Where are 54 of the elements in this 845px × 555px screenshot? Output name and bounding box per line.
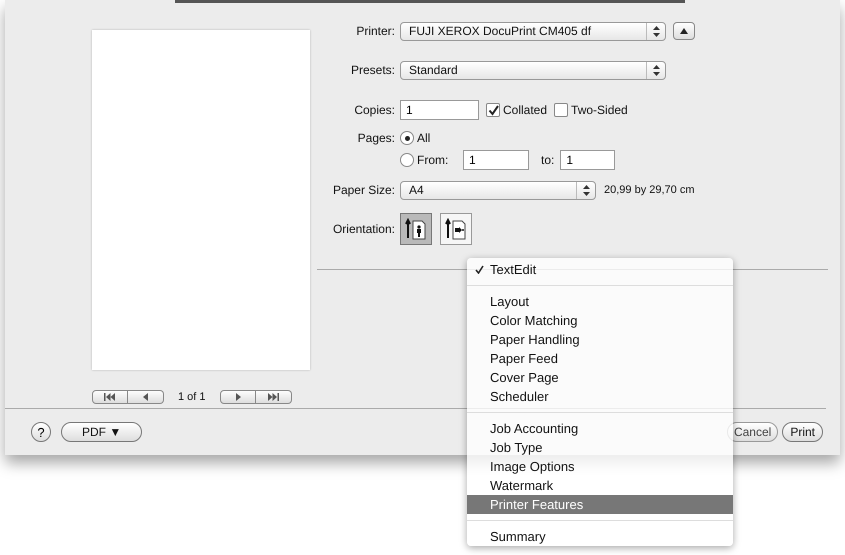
menu-item[interactable]: TextEdit bbox=[467, 260, 733, 279]
copies-label: Copies: bbox=[353, 103, 396, 117]
checkmark-icon bbox=[488, 104, 498, 116]
menu-item[interactable]: Watermark bbox=[467, 476, 733, 495]
printer-popup[interactable]: FUJI XEROX DocuPrint CM405 df bbox=[400, 22, 666, 40]
menu-item[interactable]: Cover Page bbox=[467, 368, 733, 387]
two-sided-checkbox[interactable] bbox=[554, 103, 568, 117]
radio-label: From: bbox=[417, 153, 450, 167]
paper-dimensions: 20,99 by 29,70 cm bbox=[604, 184, 695, 196]
to-field[interactable]: 1 bbox=[560, 150, 616, 170]
landscape-button[interactable] bbox=[440, 213, 472, 245]
checkmark-icon bbox=[475, 265, 484, 274]
next-page-button[interactable] bbox=[220, 390, 256, 404]
help-button[interactable]: ? bbox=[31, 422, 51, 442]
collated-label: Collated bbox=[503, 103, 548, 117]
printer-label: Printer: bbox=[355, 24, 396, 38]
menu-item[interactable]: Scheduler bbox=[467, 387, 733, 406]
landscape-page-icon bbox=[445, 218, 467, 240]
orientation-label: Orientation: bbox=[332, 222, 396, 236]
copies-field[interactable]: 1 bbox=[400, 100, 479, 120]
last-page-icon bbox=[266, 393, 280, 401]
portrait-button[interactable] bbox=[400, 213, 432, 245]
paper-size-popup[interactable]: A4 bbox=[400, 180, 596, 200]
print-button[interactable]: Print bbox=[782, 422, 823, 442]
disclosure-button[interactable] bbox=[673, 22, 695, 40]
from-field[interactable]: 1 bbox=[463, 150, 529, 170]
menu-item[interactable]: Paper Handling bbox=[467, 330, 733, 349]
menu-item[interactable]: Printer Features bbox=[467, 495, 733, 514]
to-label: to: bbox=[541, 153, 554, 167]
collated-checkbox[interactable] bbox=[486, 103, 500, 117]
two-sided-label: Two-Sided bbox=[571, 103, 628, 117]
page-count: 1 of 1 bbox=[178, 391, 206, 403]
stepper-icon bbox=[582, 184, 590, 196]
menu-item[interactable]: Paper Feed bbox=[467, 349, 733, 368]
first-page-button[interactable] bbox=[92, 390, 128, 404]
stepper-icon bbox=[652, 64, 660, 76]
previous-page-button[interactable] bbox=[128, 390, 164, 404]
stepper-icon bbox=[652, 26, 660, 36]
last-page-button[interactable] bbox=[256, 390, 292, 404]
paper-size-label: Paper Size: bbox=[332, 183, 396, 197]
radio-label: All bbox=[417, 131, 430, 145]
pdf-button[interactable]: PDF ▼ bbox=[61, 422, 142, 442]
triangle-up-icon bbox=[680, 28, 688, 34]
pages-label: Pages: bbox=[356, 131, 396, 145]
portrait-page-icon bbox=[405, 218, 427, 240]
presets-popup[interactable]: Standard bbox=[400, 60, 666, 80]
menu-item[interactable]: Summary bbox=[467, 527, 733, 546]
radio-button[interactable] bbox=[400, 153, 414, 167]
first-page-icon bbox=[103, 393, 117, 401]
presets-label: Presets: bbox=[350, 63, 396, 77]
menu-item[interactable]: Layout bbox=[467, 292, 733, 311]
menu-item[interactable]: Color Matching bbox=[467, 311, 733, 330]
radio-button[interactable] bbox=[400, 131, 414, 145]
menu-item[interactable]: Image Options bbox=[467, 457, 733, 476]
